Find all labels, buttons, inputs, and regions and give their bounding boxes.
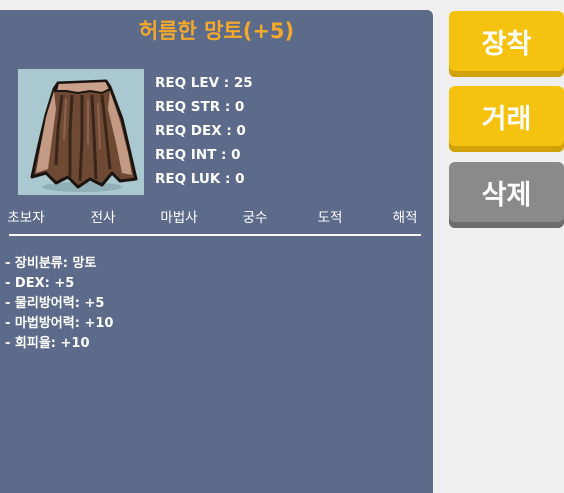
requirement-list: REQ LEV : 25 REQ STR : 0 REQ DEX : 0 REQ… <box>155 71 253 191</box>
stat-category: - 장비분류: 망토 <box>5 256 97 271</box>
job-class-row: 초보자 전사 마법사 궁수 도적 해적 <box>0 208 433 228</box>
req-int: REQ INT : 0 <box>155 147 241 163</box>
item-info-screen: 허름한 망토(+5) REQ LEV : 25 REQ STR : 0 REQ … <box>0 0 564 493</box>
req-str: REQ STR : 0 <box>155 99 245 115</box>
req-luk: REQ LUK : 0 <box>155 171 245 187</box>
trade-button[interactable]: 거래 <box>449 86 564 152</box>
delete-button-label: 삭제 <box>481 179 532 211</box>
stat-dex: - DEX: +5 <box>5 276 75 291</box>
equip-button[interactable]: 장착 <box>449 11 564 77</box>
trade-button-label: 거래 <box>481 103 532 135</box>
job-magician: 마법사 <box>160 210 198 226</box>
item-image <box>18 69 144 195</box>
delete-button[interactable]: 삭제 <box>449 162 564 228</box>
item-detail-panel: 허름한 망토(+5) REQ LEV : 25 REQ STR : 0 REQ … <box>0 10 433 493</box>
stat-magic-defense: - 마법방어력: +10 <box>5 316 114 331</box>
stat-physical-defense: - 물리방어력: +5 <box>5 296 105 311</box>
tattered-brown-cape-icon <box>30 79 138 192</box>
item-name: 허름한 망토(+5) <box>138 19 295 43</box>
item-stat-list: - 장비분류: 망토 - DEX: +5 - 물리방어력: +5 - 마법방어력… <box>5 254 113 354</box>
req-dex: REQ DEX : 0 <box>155 123 246 139</box>
divider <box>9 234 421 236</box>
job-pirate: 해적 <box>392 210 418 226</box>
req-level: REQ LEV : 25 <box>155 75 253 91</box>
equip-button-label: 장착 <box>481 28 532 60</box>
job-warrior: 전사 <box>90 210 116 226</box>
job-archer: 궁수 <box>242 210 268 226</box>
job-beginner: 초보자 <box>7 210 45 226</box>
stat-avoidability: - 회피율: +10 <box>5 336 90 351</box>
job-thief: 도적 <box>317 210 343 226</box>
